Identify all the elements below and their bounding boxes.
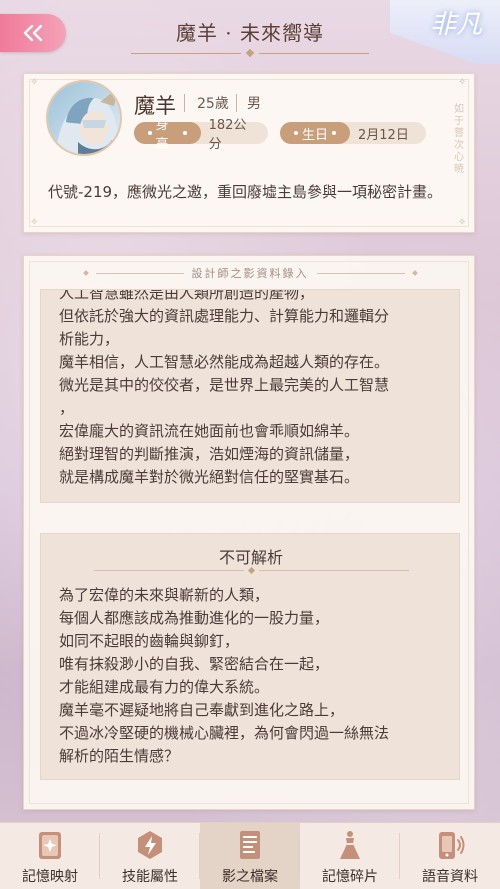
text-line: 就是構成魔羊對於微光絕對信任的堅實基石。 [59, 468, 360, 486]
brand-logo-text: 非凡 [429, 10, 482, 40]
dress-figure-icon [340, 831, 360, 859]
phone-sound-icon [439, 832, 465, 859]
nav-item-memory-fragments[interactable]: 記憶碎片 [300, 823, 400, 889]
brand-logo: 非凡 [390, 0, 500, 64]
text-line: ， [59, 399, 75, 417]
height-badge: 身高 182公分 [134, 118, 268, 152]
record-entry-text: 為了宏偉的未來與嶄新的人類， 每個人都應該成為推動進化的一股力量， 如同不起眼的齒輪… [59, 584, 451, 768]
text-line: 絕對理智的判斷推演，浩如煙海的資訊儲量， [59, 445, 360, 463]
divider [236, 94, 237, 112]
text-line: 宏偉龐大的資訊流在她面前也會乖順如綿羊。 [59, 422, 360, 440]
memory-card-icon [39, 832, 61, 859]
nav-label: 語音資料 [422, 869, 478, 885]
nav-item-shadow-file[interactable]: 影之檔案 [200, 823, 300, 889]
record-entry-title: 不可解析 [218, 548, 283, 567]
height-label: 身高 [155, 118, 169, 152]
avatar [46, 80, 122, 156]
text-line: 每個人都應該成為推動進化的一股力量， [59, 609, 330, 627]
records-header: 設計師之影資料錄入 [24, 263, 474, 283]
text-line: 人工智慧雖然是由人類所創造的產物， [59, 289, 315, 302]
record-entry-text: 人工智慧雖然是由人類所創造的產物， 但依託於強大的資訊處理能力、計算能力和邏輯分析… [59, 289, 451, 489]
text-line: 解析的陌生情感？ [59, 747, 180, 765]
file-document-icon [240, 831, 260, 859]
lightning-hexagon-icon [138, 831, 162, 859]
text-line: 才能組建成最有力的偉大系統。 [59, 678, 270, 696]
record-entry: 人工智慧雖然是由人類所創造的產物， 但依託於強大的資訊處理能力、計算能力和邏輯分析… [40, 289, 460, 503]
character-age: 25歲 [197, 96, 229, 112]
nav-label: 影之檔案 [222, 869, 278, 885]
corner-ornament-icon: ✧ [30, 217, 39, 228]
height-value: 182公分 [208, 118, 247, 152]
records-header-text: 設計師之影資料錄入 [191, 267, 309, 280]
character-gender: 男 [247, 96, 261, 112]
record-entry-unresolvable: 不可解析 為了宏偉的未來與嶄新的人類， 每個人都應該成為推動進化的一股力量， 如同不… [40, 533, 460, 780]
text-line: 但依託於強大的資訊處理能力、計算能力和邏輯分 [59, 307, 390, 325]
text-line: 為了宏偉的未來與嶄新的人類， [59, 586, 270, 604]
nav-item-voice-data[interactable]: 語音資料 [400, 823, 500, 889]
birthday-label: 生日 [302, 127, 329, 143]
header-bar: 魔羊 · 未來嚮導 非凡 [0, 0, 500, 64]
profile-description: 代號-219，應微光之邀，重回廢墟主島參與一項秘密計畫。 [48, 183, 443, 201]
birthday-value: 2月12日 [358, 127, 409, 143]
profile-card: ✧ ✧ ✧ ✧ 魔羊 25歲 男 身高 182公分 生日 2月12日 代號-21 [23, 73, 475, 233]
text-line: 魔羊相信，人工智慧必然能成為超越人類的存在。 [59, 353, 390, 371]
text-line: 析能力， [59, 330, 120, 348]
text-line: 如同不起眼的齒輪與鉚釘， [59, 632, 240, 650]
corner-ornament-icon: ✧ [30, 77, 39, 88]
birthday-badge: 生日 2月12日 [280, 122, 426, 144]
text-line: 微光是其中的佼佼者，是世界上最完美的人工智慧 [59, 376, 390, 394]
corner-ornament-icon: ✧ [458, 217, 467, 228]
side-decorative-text: 如于嘗次心暁 [454, 104, 464, 175]
divider [184, 94, 185, 112]
title-ornament [41, 566, 461, 575]
nav-label: 記憶碎片 [322, 869, 378, 885]
nav-label: 記憶映射 [22, 869, 78, 885]
corner-ornament-icon: ✧ [458, 77, 467, 88]
nav-item-skill-attributes[interactable]: 技能屬性 [100, 823, 200, 889]
bottom-nav: 記憶映射 技能屬性 影之檔案 記憶碎片 語音資料 [0, 822, 500, 889]
text-line: 魔羊毫不遲疑地將自己奉獻到進化之路上， [59, 701, 345, 719]
text-line: 不過冰冷堅硬的機械心臟裡，為何會閃過一絲無法 [59, 724, 390, 742]
nav-item-memory-mapping[interactable]: 記憶映射 [0, 823, 100, 889]
records-panel[interactable]: 設計師之影資料錄入 人工智慧雖然是由人類所創造的產物， 但依託於強大的資訊處理能力… [23, 255, 475, 810]
character-portrait-icon [48, 82, 120, 154]
nav-label: 技能屬性 [122, 869, 178, 885]
text-line: 唯有抹殺渺小的自我、緊密結合在一起， [59, 655, 330, 673]
